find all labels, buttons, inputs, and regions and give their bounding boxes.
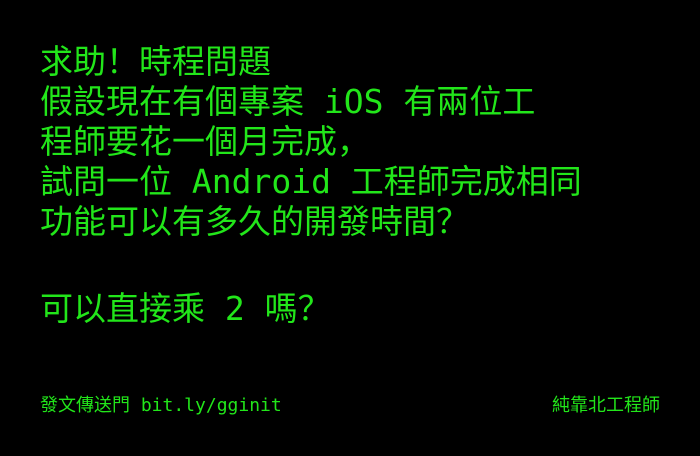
- post-canvas: 求助！時程問題 假設現在有個專案 iOS 有兩位工 程師要花一個月完成， 試問一…: [0, 0, 700, 456]
- post-line-3: 程師要花一個月完成，: [40, 122, 370, 161]
- post-body: 求助！時程問題 假設現在有個專案 iOS 有兩位工 程師要花一個月完成， 試問一…: [40, 42, 680, 329]
- submission-link: 發文傳送門 bit.ly/gginit: [40, 395, 282, 416]
- post-question: 可以直接乘 2 嗎？: [40, 289, 331, 328]
- author-signature: 純靠北工程師: [552, 395, 660, 416]
- post-line-1: 求助！時程問題: [40, 42, 271, 81]
- post-line-2: 假設現在有個專案 iOS 有兩位工: [40, 82, 536, 121]
- post-line-4: 試問一位 Android 工程師完成相同: [40, 162, 582, 201]
- post-line-5: 功能可以有多久的開發時間？: [40, 202, 469, 241]
